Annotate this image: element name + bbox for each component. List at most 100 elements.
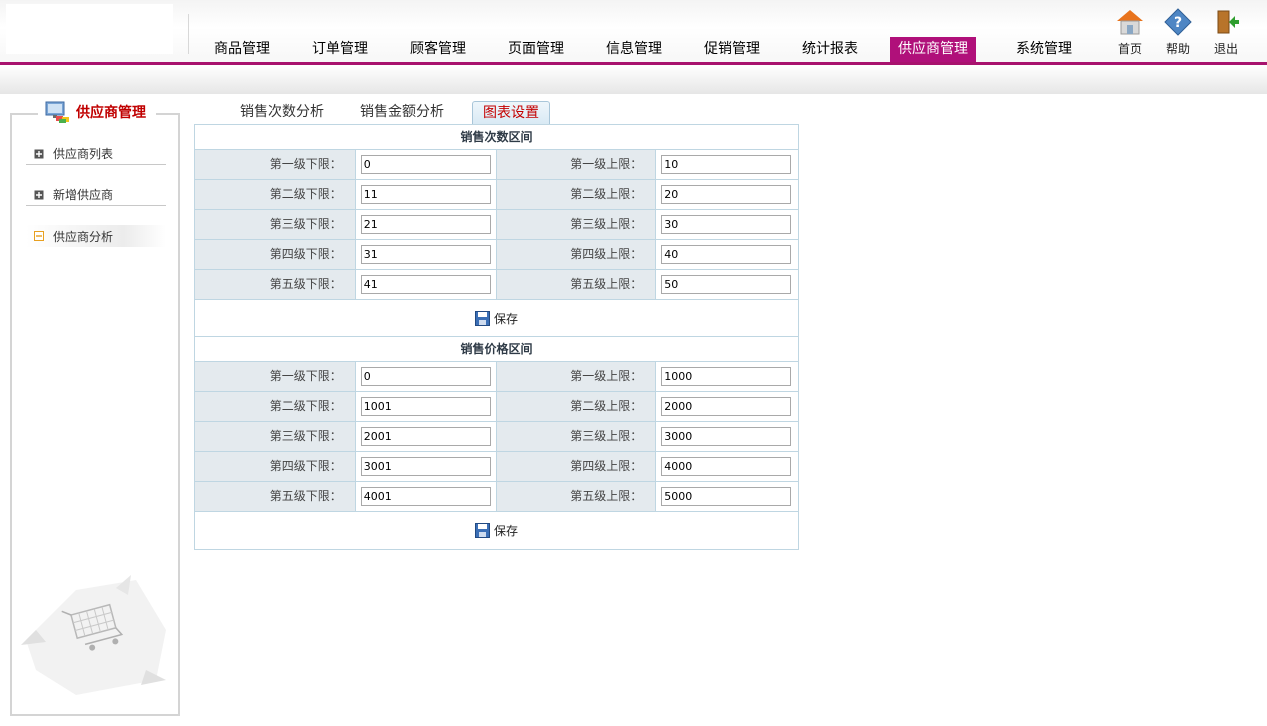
count-level5-upper-input[interactable] [661,275,792,294]
help-label: 帮助 [1165,42,1190,56]
nav-item-suppliers[interactable]: 供应商管理 [890,37,976,62]
price-level4-upper-input[interactable] [661,457,792,476]
field-label: 第三级下限： [195,422,356,451]
form-row: 第四级下限： 第四级上限： [195,240,798,270]
home-icon [1117,10,1143,35]
field-label: 第一级下限： [195,362,356,391]
count-level3-lower-input[interactable] [360,215,491,234]
sidebar-item-label: 供应商分析 [53,229,114,244]
sidebar-item-supplier-analysis[interactable]: 供应商分析 [26,225,166,247]
price-level5-upper-input[interactable] [661,487,792,506]
count-level4-upper-input[interactable] [661,245,792,264]
form-row: 第五级下限： 第五级上限： [195,270,798,300]
expand-plus-icon [34,190,44,200]
field-label: 第四级下限： [195,452,356,481]
count-level2-upper-input[interactable] [661,185,792,204]
field-label: 第五级下限： [195,482,356,511]
count-level1-upper-input[interactable] [661,155,792,174]
form-row: 第二级下限： 第二级上限： [195,392,798,422]
count-level2-lower-input[interactable] [360,185,491,204]
save-count-button[interactable]: 保存 [474,310,518,327]
nav-item-promotions[interactable]: 促销管理 [694,37,770,62]
nav-item-customers[interactable]: 顾客管理 [400,37,476,62]
nav-item-products[interactable]: 商品管理 [204,37,280,62]
section-title-sales-price: 销售价格区间 [195,337,798,362]
field-label: 第四级上限： [496,452,657,481]
nav-item-info[interactable]: 信息管理 [596,37,672,62]
price-level4-lower-input[interactable] [360,457,491,476]
price-level2-lower-input[interactable] [360,397,491,416]
help-button[interactable]: ? 帮助 [1154,8,1202,57]
price-level2-upper-input[interactable] [661,397,792,416]
sidebar-title: 供应商管理 [40,99,152,125]
price-level3-upper-input[interactable] [661,427,792,446]
form-row: 第二级下限： 第二级上限： [195,180,798,210]
sidebar-title-label: 供应商管理 [76,105,146,121]
analysis-tabs: 销售次数分析 销售金额分析 图表设置 [230,101,566,125]
save-row: 保存 [195,300,798,337]
nav-item-orders[interactable]: 订单管理 [302,37,378,62]
svg-text:?: ? [1174,15,1182,31]
form-row: 第一级下限： 第一级上限： [195,362,798,392]
field-label: 第二级下限： [195,180,356,209]
field-label: 第二级下限： [195,392,356,421]
main-nav: 商品管理 订单管理 顾客管理 页面管理 信息管理 促销管理 统计报表 供应商管理… [204,37,1104,62]
exit-door-icon [1217,10,1239,34]
floppy-save-icon [474,523,490,538]
header: 商品管理 订单管理 顾客管理 页面管理 信息管理 促销管理 统计报表 供应商管理… [0,0,1267,62]
expand-plus-icon [34,149,44,159]
save-row: 保存 [195,512,798,549]
home-label: 首页 [1117,42,1142,56]
help-icon: ? [1164,8,1192,36]
save-label: 保存 [493,311,518,326]
nav-item-reports[interactable]: 统计报表 [792,37,868,62]
sidebar: 供应商管理 供应商列表 新增供应商 供应商分析 [10,99,180,716]
field-label: 第一级上限： [496,362,657,391]
form-row: 第一级下限： 第一级上限： [195,150,798,180]
top-icon-bar: 首页 ? 帮助 退出 [1106,8,1250,57]
field-label: 第五级下限： [195,270,356,299]
logo [6,4,173,54]
sidebar-item-label: 新增供应商 [53,188,114,202]
collapse-minus-icon [34,231,44,241]
field-label: 第三级上限： [496,210,657,239]
subheader-band [0,65,1267,94]
form-row: 第三级下限： 第三级上限： [195,210,798,240]
count-level4-lower-input[interactable] [360,245,491,264]
price-level1-lower-input[interactable] [360,367,491,386]
nav-item-system[interactable]: 系统管理 [1006,37,1082,62]
count-level3-upper-input[interactable] [661,215,792,234]
field-label: 第一级下限： [195,150,356,179]
sidebar-item-add-supplier[interactable]: 新增供应商 [26,184,166,206]
sidebar-item-supplier-list[interactable]: 供应商列表 [26,143,166,165]
form-row: 第四级下限： 第四级上限： [195,452,798,482]
chart-settings-form: 销售次数区间 第一级下限： 第一级上限： 第二级下限： 第二级上限： 第三级下限… [194,124,799,550]
form-row: 第三级下限： 第三级上限： [195,422,798,452]
count-level5-lower-input[interactable] [360,275,491,294]
field-label: 第四级上限： [496,240,657,269]
save-label: 保存 [493,524,518,538]
nav-item-pages[interactable]: 页面管理 [498,37,574,62]
floppy-save-icon [474,310,490,326]
price-level5-lower-input[interactable] [360,487,491,506]
tab-sales-count-analysis[interactable]: 销售次数分析 [230,101,334,125]
field-label: 第三级下限： [195,210,356,239]
logout-label: 退出 [1213,42,1238,56]
field-label: 第五级上限： [496,270,657,299]
field-label: 第三级上限： [496,422,657,451]
save-price-button[interactable]: 保存 [474,522,518,539]
shopping-cart-decoration-icon [21,575,166,695]
tab-sales-amount-analysis[interactable]: 销售金额分析 [350,101,454,125]
logout-button[interactable]: 退出 [1202,8,1250,57]
field-label: 第二级上限： [496,392,657,421]
count-level1-lower-input[interactable] [360,155,491,174]
tab-chart-settings[interactable]: 图表设置 [472,101,550,125]
price-level1-upper-input[interactable] [661,367,792,386]
field-label: 第一级上限： [496,150,657,179]
field-label: 第四级下限： [195,240,356,269]
price-level3-lower-input[interactable] [360,427,491,446]
supplier-manage-icon [45,101,69,123]
home-button[interactable]: 首页 [1106,8,1154,57]
field-label: 第二级上限： [496,180,657,209]
field-label: 第五级上限： [496,482,657,511]
